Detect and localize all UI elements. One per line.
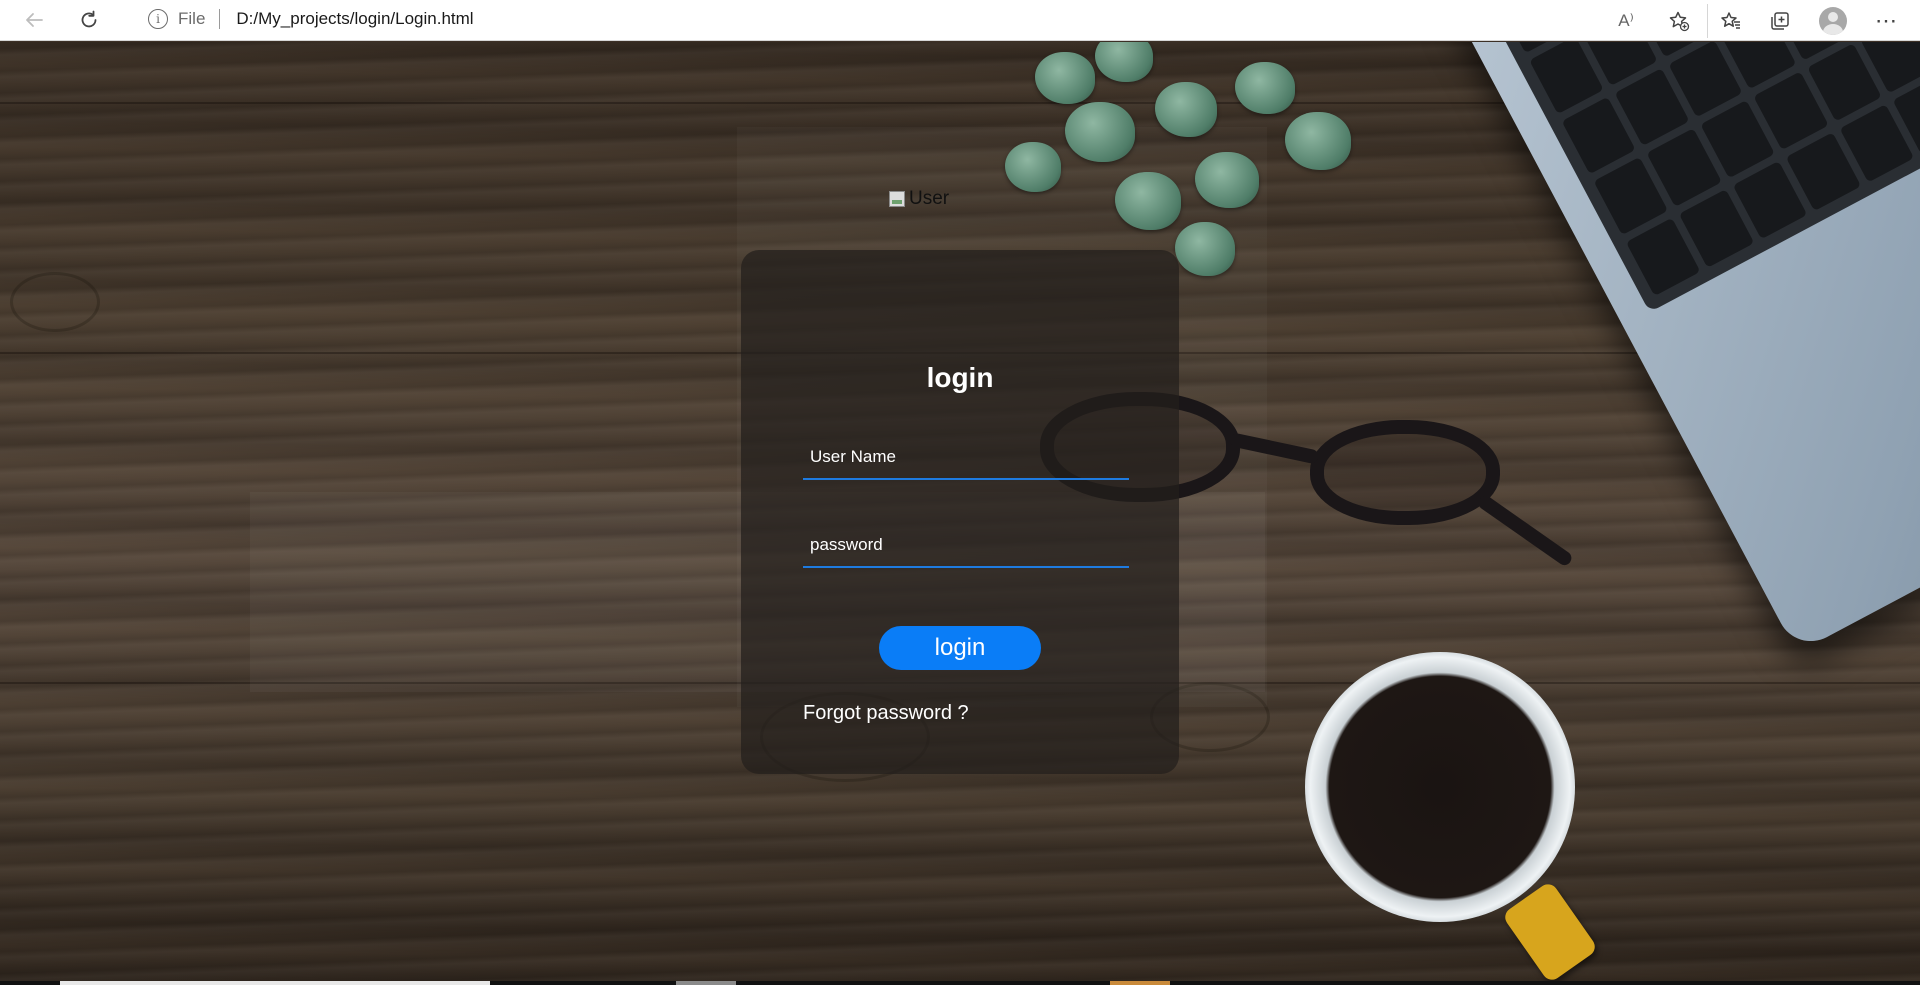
avatar [1819,6,1847,35]
leaf [1005,142,1061,192]
laptop-keyboard [1480,42,1920,313]
address-bar[interactable]: i File D:/My_projects/login/Login.html [128,2,1578,36]
browser-toolbar: i File D:/My_projects/login/Login.html A… [0,0,1920,41]
glasses-bridge [1228,432,1320,465]
leaf [1235,62,1295,114]
taskbar-segment [1110,981,1170,985]
laptop-decoration [1440,42,1920,654]
back-arrow-icon[interactable] [14,3,54,37]
leaf [1175,222,1235,276]
coffee-cup-decoration [1305,652,1575,922]
leaf [1065,102,1135,162]
taskbar-segment [60,981,490,985]
wood-knot [10,272,100,332]
page-background: User login login Forgot password ? [0,42,1920,985]
leaf [1115,172,1181,230]
toolbar-right-icons: A⁾ ⋯ [1593,0,1920,41]
address-scheme: File [178,9,206,28]
favorites-icon[interactable] [1707,3,1747,38]
profile-avatar-icon[interactable] [1813,4,1853,38]
password-field [803,524,1129,568]
address-separator [219,9,221,29]
read-aloud-icon[interactable]: A⁾ [1606,4,1646,38]
login-title: login [926,362,994,393]
info-icon[interactable]: i [148,9,168,29]
add-favorite-icon[interactable] [1659,4,1699,38]
username-input[interactable] [803,436,1129,480]
leaf [1035,52,1095,104]
glasses-lens [1310,420,1500,525]
user-image-alt: User [909,188,950,209]
more-options-icon[interactable]: ⋯ [1866,4,1906,38]
forgot-password-link[interactable]: Forgot password ? [803,702,969,725]
address-url[interactable]: D:/My_projects/login/Login.html [236,9,473,29]
taskbar-segment [676,981,736,985]
leaf [1155,82,1217,137]
user-image: User [889,188,949,210]
glasses-temple [1475,493,1575,568]
leaf [1285,112,1351,170]
broken-image-icon [889,191,905,207]
login-button[interactable]: login [879,626,1041,670]
reload-icon[interactable] [69,3,109,37]
login-card: login login Forgot password ? [741,250,1179,774]
leaf [1095,42,1153,82]
password-input[interactable] [803,524,1129,568]
collections-icon[interactable] [1760,4,1800,38]
username-field [803,436,1129,480]
leaf [1195,152,1259,208]
taskbar-edge [0,981,1920,985]
